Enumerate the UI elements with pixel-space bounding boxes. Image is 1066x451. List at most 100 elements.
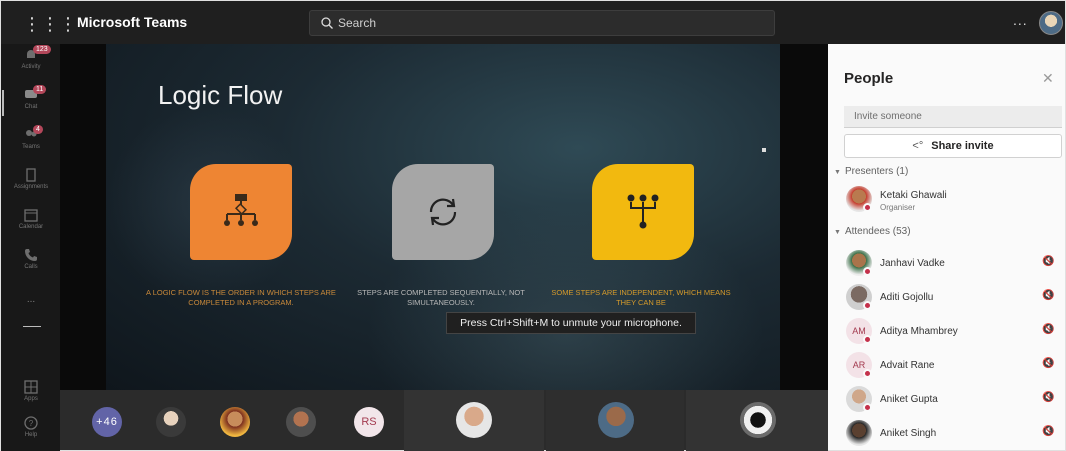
calendar-icon bbox=[24, 209, 38, 222]
video-tile[interactable] bbox=[404, 390, 544, 451]
participant-name: Aditi Gojollu bbox=[880, 292, 934, 303]
section-label: Attendees (53) bbox=[844, 226, 911, 237]
participant-avatar[interactable] bbox=[286, 407, 316, 437]
badge-count: 123 bbox=[33, 45, 51, 54]
rail-item-activity[interactable]: 123 Activity bbox=[1, 45, 61, 84]
participant-avatar bbox=[846, 250, 872, 276]
participant-avatar[interactable]: RS bbox=[354, 407, 384, 437]
avatar-initials: AR bbox=[852, 360, 866, 370]
participant-role: Organiser bbox=[880, 203, 916, 212]
status-icon bbox=[863, 403, 872, 412]
participant-row[interactable]: Ketaki Ghawali Organiser bbox=[846, 186, 1062, 216]
shared-slide: Logic Flow A LOGIC FLOW IS THE ORDER IN … bbox=[106, 44, 780, 390]
rail-label: Calls bbox=[24, 264, 38, 270]
avatar[interactable] bbox=[1039, 11, 1063, 35]
section-label: Presenters (1) bbox=[844, 166, 909, 177]
chevron-down-icon: ▼ bbox=[834, 229, 841, 236]
search-icon bbox=[321, 17, 333, 29]
participant-strip: +46 RS bbox=[60, 390, 828, 451]
share-invite-button[interactable]: <° Share invite bbox=[844, 134, 1062, 158]
participant-row[interactable]: Janhavi Vadke 🔇 bbox=[846, 250, 1062, 280]
rail-item-help[interactable]: ? Help bbox=[1, 416, 61, 451]
participant-name: Janhavi Vadke bbox=[880, 258, 945, 269]
participant-avatar bbox=[846, 420, 872, 446]
presenters-section-header[interactable]: ▼ Presenters (1) bbox=[834, 166, 908, 177]
close-icon[interactable]: ✕ bbox=[1042, 70, 1054, 87]
participant-row[interactable]: Aniket Gupta 🔇 bbox=[846, 386, 1062, 416]
slide-caption: STEPS ARE COMPLETED SEQUENTIALLY, NOT SI… bbox=[357, 288, 525, 307]
divider bbox=[23, 326, 41, 327]
status-icon bbox=[863, 335, 872, 344]
more-participants-button[interactable]: +46 bbox=[92, 407, 122, 437]
share-icon: <° bbox=[912, 140, 924, 152]
help-icon: ? bbox=[24, 416, 38, 430]
hierarchy-icon bbox=[224, 194, 258, 226]
rail-item-assignments[interactable]: Assignments bbox=[1, 168, 61, 204]
participant-row[interactable]: AM Aditya Mhambrey 🔇 bbox=[846, 318, 1062, 348]
search-input[interactable] bbox=[338, 11, 758, 35]
participant-avatar bbox=[846, 186, 872, 212]
participant-row[interactable]: Aniket Singh 🔇 bbox=[846, 420, 1062, 450]
mic-off-icon: 🔇 bbox=[1042, 324, 1055, 335]
participant-avatar bbox=[456, 402, 492, 438]
badge-count: 4 bbox=[33, 125, 43, 134]
participant-row[interactable]: Aditi Gojollu 🔇 bbox=[846, 284, 1062, 314]
mic-off-icon: 🔇 bbox=[1042, 256, 1055, 267]
waffle-icon[interactable]: ⋮⋮⋮ bbox=[23, 13, 77, 35]
svg-text:?: ? bbox=[29, 419, 34, 428]
people-panel: People ✕ <°Share invite ▼Presenters (1) … bbox=[828, 44, 1066, 451]
rail-label: Activity bbox=[21, 64, 41, 70]
meeting-stage: Logic Flow A LOGIC FLOW IS THE ORDER IN … bbox=[60, 44, 828, 390]
app-title: Microsoft Teams bbox=[77, 14, 188, 30]
invite-input[interactable] bbox=[844, 106, 1062, 128]
rail-label: Help bbox=[24, 432, 38, 438]
rail-item-chat[interactable]: 11 Chat bbox=[1, 85, 61, 124]
more-apps-icon[interactable]: ... bbox=[1, 294, 61, 305]
rail-item-apps[interactable]: Apps bbox=[1, 380, 61, 416]
mic-off-icon: 🔇 bbox=[1042, 392, 1055, 403]
participant-avatar bbox=[846, 386, 872, 412]
apps-icon bbox=[24, 380, 38, 394]
video-tile[interactable] bbox=[686, 390, 828, 451]
participant-avatar[interactable] bbox=[220, 407, 250, 437]
slide-caption: SOME STEPS ARE INDEPENDENT, WHICH MEANS … bbox=[551, 288, 731, 307]
mic-off-icon: 🔇 bbox=[1042, 358, 1055, 369]
participant-name: Ketaki Ghawali bbox=[880, 190, 947, 201]
rail-item-teams[interactable]: 4 Teams bbox=[1, 125, 61, 164]
phone-icon bbox=[25, 249, 37, 261]
search-box[interactable] bbox=[309, 10, 775, 36]
participant-row[interactable]: AR Advait Rane 🔇 bbox=[846, 352, 1062, 382]
logic-flow-tile bbox=[190, 164, 292, 260]
avatar-initials: AM bbox=[852, 326, 866, 336]
mic-off-icon: 🔇 bbox=[1042, 426, 1055, 437]
participant-avatar bbox=[598, 402, 634, 438]
share-invite-label: Share invite bbox=[931, 140, 994, 152]
merge-icon bbox=[627, 194, 659, 229]
mouse-cursor bbox=[762, 148, 766, 152]
status-icon bbox=[863, 369, 872, 378]
rail-item-calls[interactable]: Calls bbox=[1, 248, 61, 284]
rail-item-calendar[interactable]: Calendar bbox=[1, 208, 61, 244]
sequential-tile bbox=[392, 164, 494, 260]
rail-label: Chat bbox=[24, 104, 38, 110]
slide-caption: A LOGIC FLOW IS THE ORDER IN WHICH STEPS… bbox=[146, 288, 336, 307]
participant-avatar bbox=[846, 284, 872, 310]
status-icon bbox=[863, 267, 872, 276]
video-tile[interactable] bbox=[546, 390, 684, 451]
status-icon bbox=[863, 203, 872, 212]
title-bar: ⋮⋮⋮ Microsoft Teams ... bbox=[0, 0, 1066, 44]
participant-avatar: AM bbox=[846, 318, 872, 344]
participant-avatar[interactable] bbox=[156, 407, 186, 437]
more-options-icon[interactable]: ... bbox=[1013, 12, 1028, 28]
mic-off-icon: 🔇 bbox=[1042, 290, 1055, 301]
attendees-section-header[interactable]: ▼ Attendees (53) bbox=[834, 226, 911, 237]
rail-label: Assignments bbox=[13, 184, 49, 190]
unmute-hint-toast: Press Ctrl+Shift+M to unmute your microp… bbox=[446, 312, 696, 334]
participant-name: Advait Rane bbox=[880, 360, 935, 371]
chevron-down-icon: ▼ bbox=[834, 169, 841, 176]
independent-tile bbox=[592, 164, 694, 260]
participant-name: Aniket Singh bbox=[880, 428, 937, 439]
assignments-icon bbox=[26, 168, 36, 182]
panel-title: People bbox=[844, 70, 894, 87]
status-icon bbox=[863, 301, 872, 310]
